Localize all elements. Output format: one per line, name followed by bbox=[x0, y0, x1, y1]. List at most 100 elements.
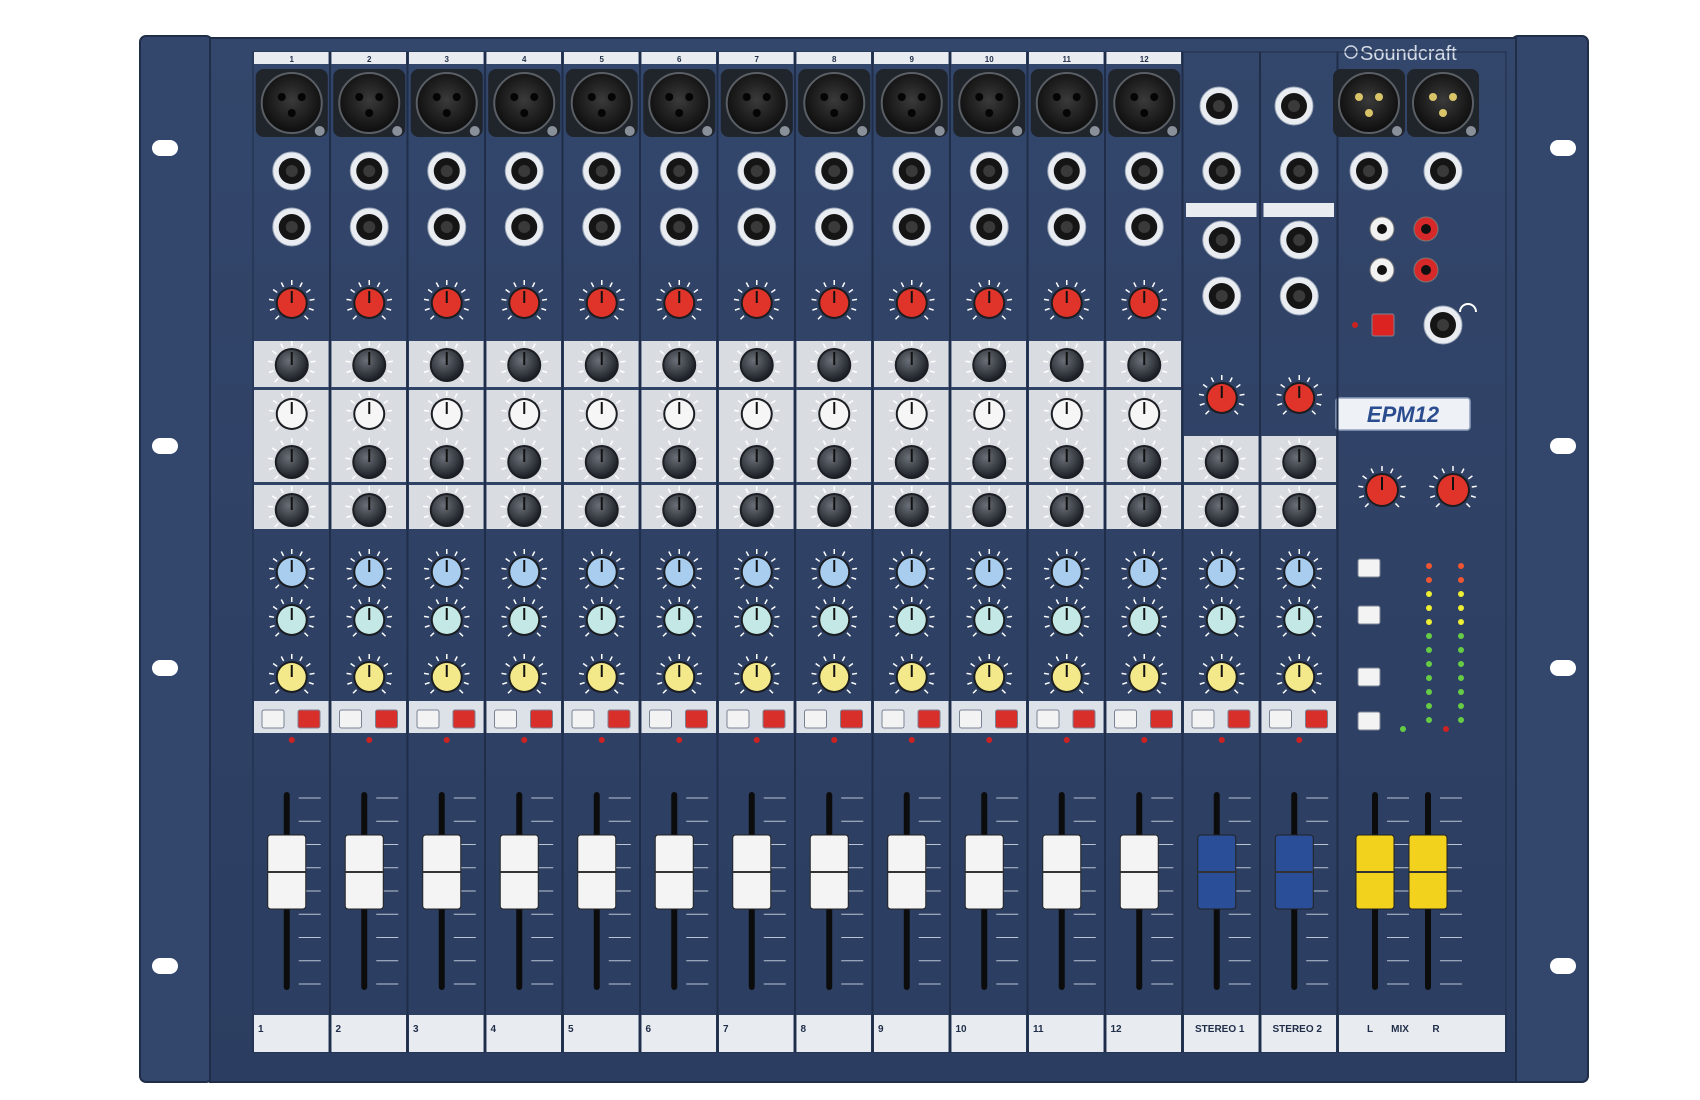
mute-button[interactable] bbox=[1150, 709, 1173, 729]
jack-socket[interactable] bbox=[1349, 151, 1389, 191]
jack-socket[interactable] bbox=[349, 207, 389, 247]
pfl-button[interactable] bbox=[494, 709, 517, 729]
jack-socket[interactable] bbox=[1199, 86, 1239, 126]
knob-tick bbox=[578, 672, 585, 675]
jack-socket[interactable] bbox=[892, 151, 932, 191]
xlr-input-connector[interactable] bbox=[720, 69, 793, 137]
pfl-button[interactable] bbox=[649, 709, 672, 729]
pfl-button[interactable] bbox=[339, 709, 362, 729]
rack-hole bbox=[152, 660, 178, 676]
xlr-input-connector[interactable] bbox=[565, 69, 638, 137]
monitor-source-button[interactable] bbox=[1357, 667, 1381, 687]
mute-button[interactable] bbox=[995, 709, 1018, 729]
aux2-pre-button[interactable] bbox=[1357, 605, 1381, 625]
mute-button[interactable] bbox=[917, 709, 941, 729]
jack-socket[interactable] bbox=[1202, 276, 1242, 316]
jack-socket[interactable] bbox=[814, 151, 854, 191]
jack-socket[interactable] bbox=[1279, 276, 1319, 316]
jack-socket[interactable] bbox=[737, 151, 777, 191]
knob-tick bbox=[887, 505, 894, 508]
pfl-button[interactable] bbox=[416, 709, 440, 729]
knob-tick bbox=[620, 505, 626, 508]
pfl-button[interactable] bbox=[261, 709, 285, 729]
mute-button[interactable] bbox=[297, 709, 321, 729]
jack-socket[interactable] bbox=[272, 207, 312, 247]
knob-tick bbox=[1043, 567, 1050, 570]
xlr-input-connector[interactable] bbox=[1108, 69, 1181, 137]
mute-button[interactable] bbox=[1072, 709, 1096, 729]
jack-center bbox=[750, 165, 763, 177]
xlr-output-connector[interactable] bbox=[1333, 69, 1405, 137]
knob-tick bbox=[577, 457, 584, 460]
rca-socket[interactable] bbox=[1413, 216, 1439, 242]
strip-label: 9 bbox=[878, 1024, 884, 1035]
xlr-input-connector[interactable] bbox=[643, 69, 716, 137]
jack-socket[interactable] bbox=[504, 207, 544, 247]
mute-button[interactable] bbox=[1305, 709, 1328, 729]
knob-tick bbox=[423, 615, 430, 618]
pfl-button[interactable] bbox=[804, 709, 827, 729]
jack-socket[interactable] bbox=[1423, 305, 1463, 345]
mute-button[interactable] bbox=[375, 709, 398, 729]
jack-socket[interactable] bbox=[272, 151, 312, 191]
pfl-button[interactable] bbox=[571, 709, 595, 729]
jack-socket[interactable] bbox=[1047, 207, 1087, 247]
jack-socket[interactable] bbox=[582, 151, 622, 191]
pfl-button[interactable] bbox=[881, 709, 905, 729]
xlr-input-connector[interactable] bbox=[333, 69, 406, 137]
pfl-button[interactable] bbox=[959, 709, 982, 729]
pfl-button[interactable] bbox=[726, 709, 750, 729]
xlr-output-connector[interactable] bbox=[1407, 69, 1479, 137]
phantom-power-button[interactable] bbox=[1371, 313, 1395, 337]
jack-socket[interactable] bbox=[349, 151, 389, 191]
jack-socket[interactable] bbox=[1047, 151, 1087, 191]
xlr-input-connector[interactable] bbox=[488, 69, 561, 137]
jack-socket[interactable] bbox=[1124, 151, 1164, 191]
jack-socket[interactable] bbox=[1279, 151, 1319, 191]
jack-socket[interactable] bbox=[737, 207, 777, 247]
xlr-input-connector[interactable] bbox=[875, 69, 948, 137]
rca-socket[interactable] bbox=[1369, 216, 1395, 242]
knob-tick bbox=[775, 505, 781, 508]
jack-socket[interactable] bbox=[504, 151, 544, 191]
jack-socket[interactable] bbox=[582, 207, 622, 247]
pfl-button[interactable] bbox=[1191, 709, 1215, 729]
jack-socket[interactable] bbox=[1279, 220, 1319, 260]
xlr-input-connector[interactable] bbox=[798, 69, 871, 137]
pfl-button[interactable] bbox=[1114, 709, 1137, 729]
xlr-input-connector[interactable] bbox=[255, 69, 328, 137]
xlr-latch bbox=[702, 126, 713, 136]
jack-socket[interactable] bbox=[814, 207, 854, 247]
mute-button[interactable] bbox=[607, 709, 631, 729]
jack-socket[interactable] bbox=[1202, 151, 1242, 191]
jack-socket[interactable] bbox=[1423, 151, 1463, 191]
xlr-pin bbox=[510, 93, 519, 101]
xlr-input-connector[interactable] bbox=[953, 69, 1026, 137]
pfl-button[interactable] bbox=[1036, 709, 1060, 729]
rca-socket[interactable] bbox=[1369, 257, 1395, 283]
mute-button[interactable] bbox=[530, 709, 553, 729]
jack-socket[interactable] bbox=[659, 207, 699, 247]
jack-socket[interactable] bbox=[969, 151, 1009, 191]
jack-socket[interactable] bbox=[427, 207, 467, 247]
knob-tick bbox=[852, 457, 859, 460]
jack-socket[interactable] bbox=[427, 151, 467, 191]
jack-socket[interactable] bbox=[1202, 220, 1242, 260]
jack-socket[interactable] bbox=[1274, 86, 1314, 126]
mute-button[interactable] bbox=[452, 709, 476, 729]
xlr-input-connector[interactable] bbox=[1030, 69, 1103, 137]
jack-socket[interactable] bbox=[892, 207, 932, 247]
xlr-input-connector[interactable] bbox=[410, 69, 483, 137]
mute-button[interactable] bbox=[762, 709, 786, 729]
mute-button[interactable] bbox=[840, 709, 863, 729]
meter-led-left bbox=[1426, 605, 1432, 611]
jack-socket[interactable] bbox=[969, 207, 1009, 247]
rca-socket[interactable] bbox=[1413, 257, 1439, 283]
mute-button[interactable] bbox=[1227, 709, 1251, 729]
jack-socket[interactable] bbox=[1124, 207, 1164, 247]
to-mix-button[interactable] bbox=[1357, 711, 1381, 731]
mute-button[interactable] bbox=[685, 709, 708, 729]
aux1-pre-button[interactable] bbox=[1357, 558, 1381, 578]
jack-socket[interactable] bbox=[659, 151, 699, 191]
pfl-button[interactable] bbox=[1269, 709, 1292, 729]
